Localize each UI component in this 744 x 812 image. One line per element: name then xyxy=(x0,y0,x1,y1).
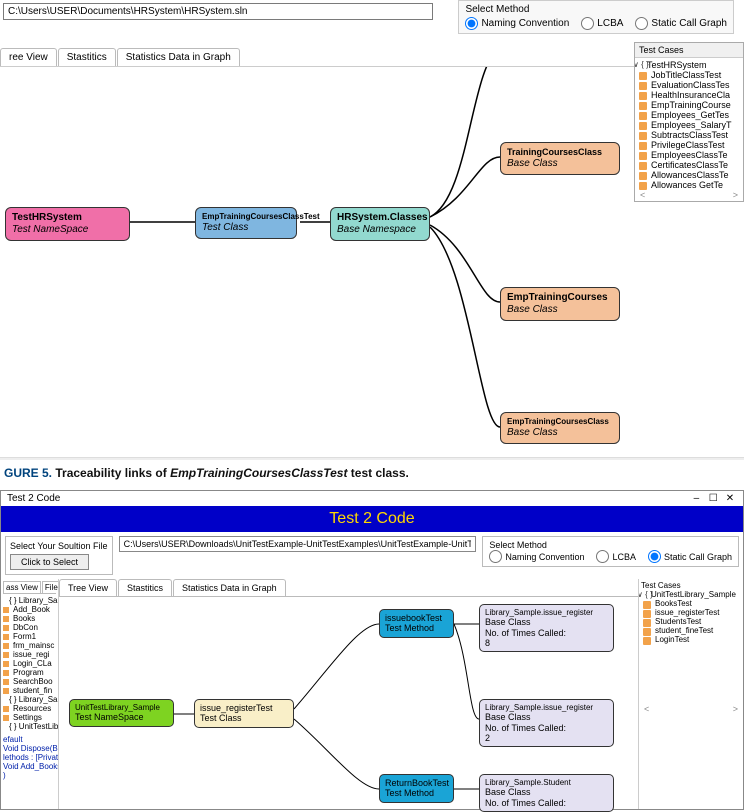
window-title: Test 2 Code xyxy=(7,493,60,504)
tree-item[interactable]: EmpTrainingCourse xyxy=(637,100,741,110)
tree-item[interactable]: Settings xyxy=(3,713,56,722)
tree-root[interactable]: TestHRSystem xyxy=(637,60,741,70)
tree-item[interactable]: Employees_SalaryT xyxy=(637,120,741,130)
tree-item[interactable]: Form1 xyxy=(3,632,56,641)
radio2-static[interactable]: Static Call Graph xyxy=(648,550,732,563)
node2-m2[interactable]: ReturnBookTest Test Method xyxy=(379,774,454,803)
node2-m1[interactable]: issuebookTest Test Method xyxy=(379,609,454,638)
click-to-select-button[interactable]: Click to Select xyxy=(10,554,89,570)
node-test-class[interactable]: EmpTrainingCoursesClassTest Test Class xyxy=(195,207,297,239)
tree-item[interactable]: Resources xyxy=(3,704,56,713)
tree-item[interactable]: CertificatesClassTe xyxy=(637,160,741,170)
tree-item[interactable]: Program xyxy=(3,668,56,677)
diagram-canvas[interactable]: TestHRSystem Test NameSpace EmpTrainingC… xyxy=(0,67,744,457)
radio-lcba[interactable]: LCBA xyxy=(581,17,623,30)
radio-naming-convention[interactable]: Naming Convention xyxy=(465,17,569,30)
select-method-panel: Select Method Naming Convention LCBA Sta… xyxy=(458,0,734,34)
tree-item[interactable]: LoginTest xyxy=(641,635,741,644)
close-icon[interactable]: ✕ xyxy=(723,493,737,504)
tab2-statistics-graph[interactable]: Statistics Data in Graph xyxy=(173,579,286,596)
radio2-lcba[interactable]: LCBA xyxy=(596,550,636,563)
solution-path-input[interactable] xyxy=(3,3,433,20)
node-base-class-3[interactable]: EmpTrainingCoursesClass Base Class xyxy=(500,412,620,444)
tree-item[interactable]: Allowances GetTe xyxy=(637,180,741,190)
tree-item[interactable]: Books xyxy=(3,614,56,623)
node2-b1[interactable]: Library_Sample.issue_register Base Class… xyxy=(479,604,614,652)
solution-path-input-2[interactable] xyxy=(119,536,477,552)
left-tree-panel[interactable]: ass View File View { } Library_Sample Ad… xyxy=(1,579,59,809)
tree-item[interactable]: SubtractsClassTest xyxy=(637,130,741,140)
node2-b2[interactable]: Library_Sample.issue_register Base Class… xyxy=(479,699,614,747)
select-method-panel-2: Select Method Naming Convention LCBA Sta… xyxy=(482,536,739,567)
maximize-icon[interactable]: ☐ xyxy=(706,493,720,504)
select-method-label: Select Method xyxy=(465,4,727,15)
window-titlebar: Test 2 Code – ☐ ✕ xyxy=(1,491,743,506)
tree-item[interactable]: frm_mainsc xyxy=(3,641,56,650)
select-file-label: Select Your Soultion File xyxy=(10,541,108,551)
tab-statistics[interactable]: Stastitics xyxy=(58,48,116,66)
tree-item[interactable]: DbCon xyxy=(3,623,56,632)
tree-item[interactable]: AllowancesClassTe xyxy=(637,170,741,180)
node2-b3[interactable]: Library_Sample.Student Base Class No. of… xyxy=(479,774,614,812)
tab-statistics-graph[interactable]: Statistics Data in Graph xyxy=(117,48,240,66)
minimize-icon[interactable]: – xyxy=(689,493,703,504)
tab2-statistics[interactable]: Stastitics xyxy=(118,579,172,596)
view-tabs: ree View Stastitics Statistics Data in G… xyxy=(0,48,744,67)
tab-file-view[interactable]: File View xyxy=(42,581,59,593)
test-cases-header: Test Cases xyxy=(635,43,743,58)
tree-item[interactable]: Login_CLa xyxy=(3,659,56,668)
right-test-cases-panel[interactable]: Test Cases UnitTestLibrary_Sample BooksT… xyxy=(638,579,743,809)
test-cases-tree[interactable]: TestHRSystem JobTitleClassTestEvaluation… xyxy=(635,58,743,202)
tab-class-view[interactable]: ass View xyxy=(3,581,41,593)
radio-static-call-graph[interactable]: Static Call Graph xyxy=(635,17,727,30)
tree-item[interactable]: student_fin xyxy=(3,686,56,695)
radio2-naming[interactable]: Naming Convention xyxy=(489,550,584,563)
tree-item[interactable]: StudentsTest xyxy=(641,617,741,626)
test-cases-panel: Test Cases TestHRSystem JobTitleClassTes… xyxy=(634,42,744,202)
tree-item[interactable]: EvaluationClassTes xyxy=(637,80,741,90)
tree-item[interactable]: EmployeesClassTe xyxy=(637,150,741,160)
tree-item[interactable]: issue_regi xyxy=(3,650,56,659)
window-test2code: Test 2 Code – ☐ ✕ Test 2 Code Select You… xyxy=(0,490,744,810)
tree-item[interactable]: SearchBoo xyxy=(3,677,56,686)
figure-caption: GURE 5. Traceability links of EmpTrainin… xyxy=(0,458,744,486)
tab-tree-view[interactable]: ree View xyxy=(0,48,57,66)
app-title: Test 2 Code xyxy=(1,506,743,532)
tree-item[interactable]: HealthInsuranceCla xyxy=(637,90,741,100)
tree-item[interactable]: student_fineTest xyxy=(641,626,741,635)
select-file-box: Select Your Soultion File Click to Selec… xyxy=(5,536,113,575)
node-base-namespace[interactable]: HRSystem.Classes Base Namespace xyxy=(330,207,430,241)
node-base-class-1[interactable]: TrainingCoursesClass Base Class xyxy=(500,142,620,175)
tree-item[interactable]: BooksTest xyxy=(641,599,741,608)
node-test-namespace[interactable]: TestHRSystem Test NameSpace xyxy=(5,207,130,241)
tree-item[interactable]: Add_Book xyxy=(3,605,56,614)
tree-item[interactable]: PrivilegeClassTest xyxy=(637,140,741,150)
node2-ns[interactable]: UnitTestLibrary_Sample Test NameSpace xyxy=(69,699,174,727)
tree-item[interactable]: JobTitleClassTest xyxy=(637,70,741,80)
node-base-class-2[interactable]: EmpTrainingCourses Base Class xyxy=(500,287,620,321)
node2-tc[interactable]: issue_registerTest Test Class xyxy=(194,699,294,728)
tab2-tree-view[interactable]: Tree View xyxy=(59,579,117,596)
diagram-canvas-2[interactable]: Tree View Stastitics Statistics Data in … xyxy=(59,579,638,809)
tree-item[interactable]: Employees_GetTes xyxy=(637,110,741,120)
tree-item[interactable]: issue_registerTest xyxy=(641,608,741,617)
